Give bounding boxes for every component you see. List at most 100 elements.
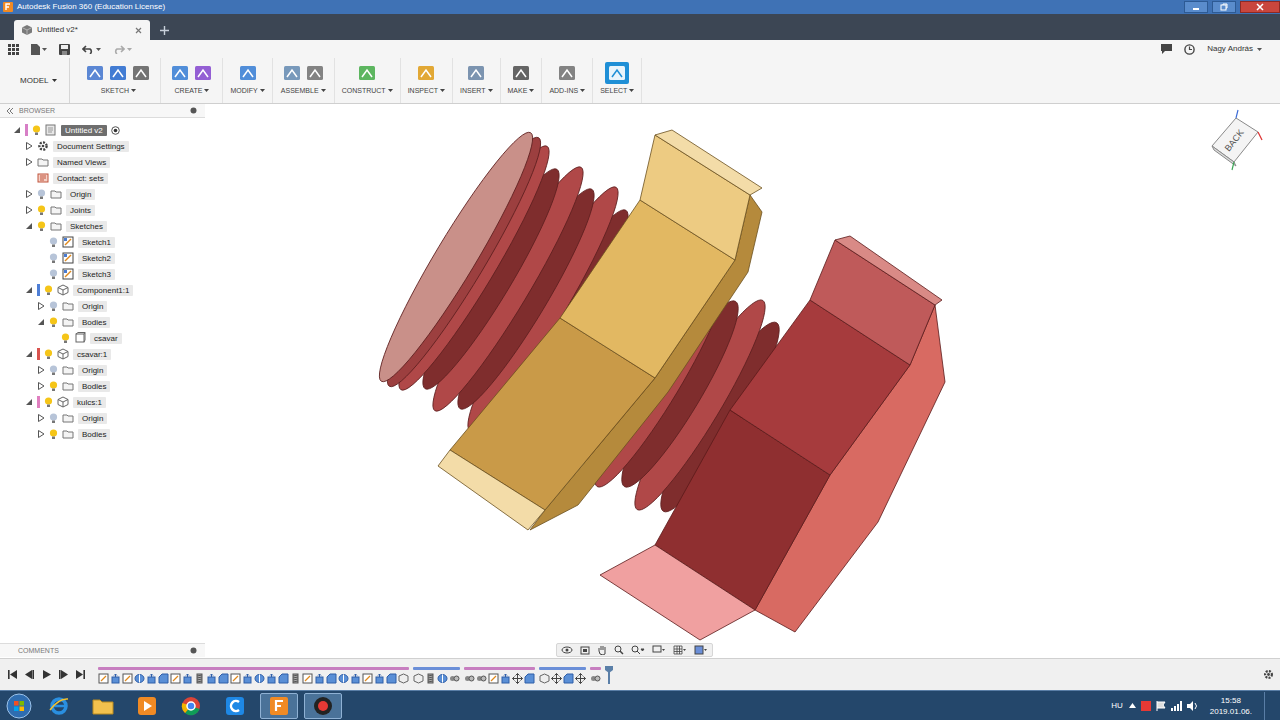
- step-back-icon[interactable]: [25, 670, 34, 679]
- go-to-start-icon[interactable]: [8, 670, 17, 679]
- expand-toggle[interactable]: [36, 366, 45, 375]
- taskbar-app[interactable]: [84, 693, 122, 719]
- visibility-toggle[interactable]: [44, 285, 53, 296]
- select-icon[interactable]: [607, 63, 627, 83]
- timeline-feature[interactable]: [338, 673, 349, 684]
- timeline-feature[interactable]: [110, 673, 121, 684]
- expand-toggle[interactable]: [36, 318, 45, 327]
- browser-item[interactable]: Sketch3: [0, 266, 205, 282]
- toolbar-group[interactable]: ADD-INS: [542, 58, 593, 103]
- timeline-feature[interactable]: [425, 673, 436, 684]
- expand-toggle[interactable]: [36, 254, 45, 263]
- zoom-icon[interactable]: [614, 645, 624, 655]
- joint-icon[interactable]: [305, 63, 325, 83]
- visibility-toggle[interactable]: [61, 333, 70, 344]
- toolbar-icons[interactable]: [464, 62, 488, 84]
- toolbar-group[interactable]: ASSEMBLE: [273, 58, 335, 103]
- taskbar-app[interactable]: [260, 693, 298, 719]
- timeline-feature[interactable]: [206, 673, 217, 684]
- view-cube[interactable]: BACK: [1202, 108, 1266, 172]
- toolbar-group[interactable]: CREATE: [161, 58, 223, 103]
- job-status-clock-icon[interactable]: [1184, 44, 1195, 55]
- timeline-feature[interactable]: [122, 673, 133, 684]
- expand-toggle[interactable]: [36, 270, 45, 279]
- browser-item[interactable]: Document Settings: [0, 138, 205, 154]
- timeline-feature[interactable]: [539, 673, 550, 684]
- timeline-feature[interactable]: [500, 673, 511, 684]
- timeline-feature[interactable]: [182, 673, 193, 684]
- timeline-feature[interactable]: [170, 673, 181, 684]
- expand-toggle[interactable]: [24, 142, 33, 151]
- scripts-icon[interactable]: [557, 63, 577, 83]
- collapse-panel-icon[interactable]: [6, 108, 14, 114]
- timeline-feature[interactable]: [314, 673, 325, 684]
- timeline-feature[interactable]: [98, 673, 109, 684]
- browser-item[interactable]: Untitled v2: [0, 122, 205, 138]
- visibility-toggle[interactable]: [44, 349, 53, 360]
- timeline-feature[interactable]: [449, 673, 460, 684]
- timeline-feature[interactable]: [278, 673, 289, 684]
- expand-toggle[interactable]: [24, 350, 33, 359]
- action-center-flag-icon[interactable]: [1156, 701, 1166, 711]
- user-menu[interactable]: Nagy András: [1207, 43, 1262, 55]
- browser-item[interactable]: Origin: [0, 186, 205, 202]
- document-tab[interactable]: Untitled v2*: [14, 20, 150, 40]
- timeline-feature[interactable]: [374, 673, 385, 684]
- timeline-feature[interactable]: [413, 673, 424, 684]
- browser-item[interactable]: Component1:1: [0, 282, 205, 298]
- viewport[interactable]: BACK: [205, 104, 1280, 642]
- expand-toggle[interactable]: [36, 382, 45, 391]
- browser-item[interactable]: Sketches: [0, 218, 205, 234]
- toolbar-group[interactable]: MODIFY: [223, 58, 272, 103]
- toolbar-group[interactable]: MAKE: [501, 58, 543, 103]
- insert-image-icon[interactable]: [466, 63, 486, 83]
- toolbar-group[interactable]: SKETCH: [76, 58, 161, 103]
- timeline-feature[interactable]: [266, 673, 277, 684]
- expand-toggle[interactable]: [24, 286, 33, 295]
- press-pull-icon[interactable]: [238, 63, 258, 83]
- timeline-feature[interactable]: [386, 673, 397, 684]
- timeline-feature[interactable]: [302, 673, 313, 684]
- timeline-feature[interactable]: [551, 673, 562, 684]
- visibility-toggle[interactable]: [49, 253, 58, 264]
- step-forward-icon[interactable]: [59, 670, 68, 679]
- redo-button[interactable]: [113, 45, 132, 54]
- visibility-toggle[interactable]: [49, 237, 58, 248]
- toolbar-icons[interactable]: [168, 62, 215, 84]
- visibility-toggle[interactable]: [49, 365, 58, 376]
- toolbar-group[interactable]: CONSTRUCT: [335, 58, 401, 103]
- network-icon[interactable]: [1171, 701, 1182, 711]
- look-at-icon[interactable]: [580, 645, 590, 655]
- orbit-icon[interactable]: [561, 645, 573, 655]
- visibility-toggle[interactable]: [49, 301, 58, 312]
- toolbar-icons[interactable]: [280, 62, 327, 84]
- browser-item[interactable]: Contact: sets: [0, 170, 205, 186]
- visibility-toggle[interactable]: [44, 397, 53, 408]
- timeline-feature[interactable]: [230, 673, 241, 684]
- browser-item[interactable]: Joints: [0, 202, 205, 218]
- browser-item[interactable]: Sketch2: [0, 250, 205, 266]
- timeline-feature[interactable]: [218, 673, 229, 684]
- visibility-toggle[interactable]: [37, 205, 46, 216]
- show-desktop-button[interactable]: [1264, 692, 1272, 720]
- taskbar-app[interactable]: [172, 693, 210, 719]
- visibility-toggle[interactable]: [49, 413, 58, 424]
- timeline-feature[interactable]: [590, 673, 601, 684]
- timeline-feature[interactable]: [575, 673, 586, 684]
- close-tab-icon[interactable]: [135, 27, 142, 34]
- visibility-toggle[interactable]: [32, 125, 41, 136]
- timeline-feature[interactable]: [524, 673, 535, 684]
- timeline-feature[interactable]: [290, 673, 301, 684]
- expand-toggle[interactable]: [36, 414, 45, 423]
- go-to-end-icon[interactable]: [76, 670, 85, 679]
- timeline-feature[interactable]: [362, 673, 373, 684]
- browser-item[interactable]: Origin: [0, 410, 205, 426]
- timeline-feature[interactable]: [326, 673, 337, 684]
- input-language[interactable]: HU: [1111, 700, 1123, 712]
- toolbar-icons[interactable]: [355, 62, 379, 84]
- expand-toggle[interactable]: [24, 222, 33, 231]
- box-icon[interactable]: [170, 63, 190, 83]
- expand-toggle[interactable]: [24, 190, 33, 199]
- visibility-toggle[interactable]: [49, 317, 58, 328]
- browser-item[interactable]: Origin: [0, 362, 205, 378]
